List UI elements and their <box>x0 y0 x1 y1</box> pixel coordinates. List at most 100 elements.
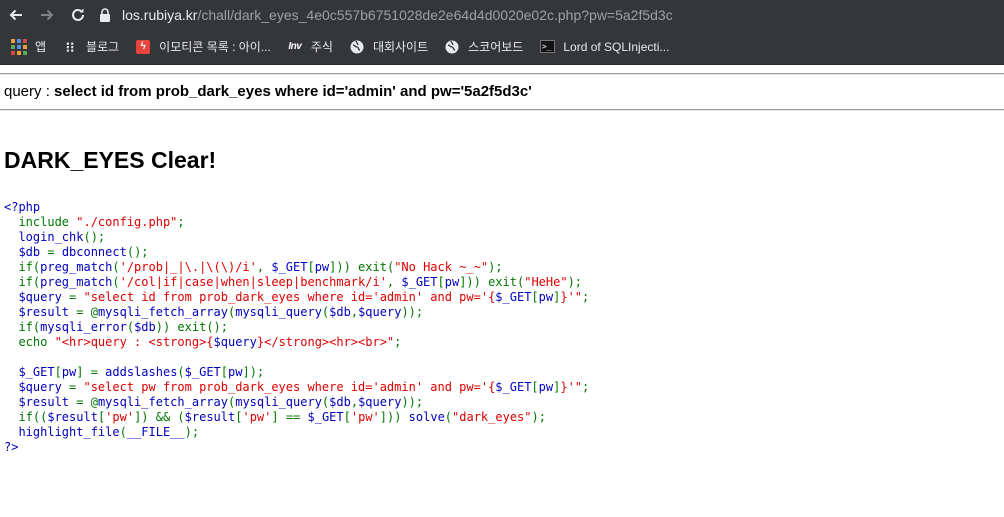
blog-icon: ⁝⁝ <box>65 38 75 55</box>
code-line: $result = @mysqli_fetch_array(mysqli_que… <box>4 395 423 409</box>
code-token: , <box>386 275 402 289</box>
code-token: = <box>69 290 84 304</box>
code-line: ?> <box>4 440 18 454</box>
code-line: $_GET[pw] = addslashes($_GET[pw]); <box>4 365 264 379</box>
bookmark-label: Lord of SQLInjecti... <box>563 39 670 54</box>
code-token: ?> <box>4 440 19 454</box>
code-token: dbconnect <box>61 245 127 259</box>
browser-toolbar: los.rubiya.kr/chall/dark_eyes_4e0c557b67… <box>0 0 1004 29</box>
code-token: if( <box>4 320 41 334</box>
code-line: highlight_file(__FILE__); <box>4 425 199 439</box>
code-token: "./config.php" <box>76 215 178 229</box>
bookmark-lord-of-sqli[interactable]: >_ Lord of SQLInjecti... <box>536 33 677 61</box>
code-token: ( <box>112 260 120 274</box>
code-token: $_GET <box>307 410 344 424</box>
lock-icon <box>97 7 113 23</box>
code-token: preg_match <box>40 260 113 274</box>
code-line: <?php <box>4 200 40 214</box>
code-token: login_chk <box>4 230 84 244</box>
code-token: preg_match <box>40 275 113 289</box>
bookmark-label: 블로그 <box>86 40 120 54</box>
code-line: $result = @mysqli_fetch_array(mysqli_que… <box>4 305 423 319</box>
code-token: ); <box>567 275 583 289</box>
code-token: )) exit(); <box>155 320 228 334</box>
arrow-right-icon <box>40 9 53 20</box>
code-token: pw <box>538 380 554 394</box>
code-token: $_GET <box>4 365 55 379</box>
bookmarks-bar: 앱 ⁝⁝ 블로그 ϟ 이모티콘 목록 : 아이... Inv 주식 대회사이트 … <box>0 29 1004 65</box>
code-token: pw <box>314 260 330 274</box>
code-token: = <box>69 380 84 394</box>
clear-title: DARK_EYES Clear! <box>4 147 217 173</box>
code-token: ]); <box>242 365 265 379</box>
code-line: login_chk(); <box>4 230 105 244</box>
bookmark-scoreboard[interactable]: 스코어보드 <box>441 33 531 61</box>
bookmark-label: 이모티콘 목록 : 아이... <box>159 40 271 54</box>
investing-icon: Inv <box>288 41 302 52</box>
code-line: if(preg_match('/col|if|case|when|sleep|b… <box>4 275 582 289</box>
terminal-icon: >_ <box>539 39 555 55</box>
code-line: if(mysqli_error($db)) exit(); <box>4 320 228 334</box>
code-token: ( <box>112 275 120 289</box>
code-token: (); <box>83 230 106 244</box>
code-token: [ <box>54 365 62 379</box>
code-token: [ <box>307 260 315 274</box>
code-token: $db <box>4 245 48 259</box>
code-token: '/col|if|case|when|sleep|benchmark/i' <box>119 275 387 289</box>
bookmark-label: 주식 <box>310 40 333 54</box>
address-bar[interactable]: los.rubiya.kr/chall/dark_eyes_4e0c557b67… <box>97 0 1004 29</box>
code-token: "select id from prob_dark_eyes where id=… <box>83 290 496 304</box>
code-token: if( <box>4 260 41 274</box>
code-token: 'pw' <box>350 410 380 424</box>
code-token: [ <box>531 290 539 304</box>
code-line: echo "<hr>query : <strong>{$query}</stro… <box>4 335 401 349</box>
bookmark-apps[interactable]: 앱 <box>8 33 54 61</box>
code-token: 'pw' <box>105 410 135 424</box>
code-token: [ <box>220 365 229 379</box>
bookmark-emoticon[interactable]: ϟ 이모티콘 목록 : 아이... <box>132 33 279 61</box>
bookmark-label: 스코어보드 <box>468 40 524 54</box>
code-token: include <box>4 215 77 229</box>
code-token: ( <box>126 320 135 334</box>
bookmark-blog[interactable]: ⁝⁝ 블로그 <box>59 33 127 61</box>
code-token: pw <box>61 365 77 379</box>
code-token: $result <box>184 410 236 424</box>
query-label: query : <box>4 83 55 100</box>
code-token: ] == <box>271 410 308 424</box>
code-token: mysqli_error <box>40 320 127 334</box>
query-value: select id from prob_dark_eyes where id='… <box>54 83 532 100</box>
url-host: los.rubiya.kr <box>122 6 198 23</box>
code-token: , <box>350 395 359 409</box>
query-line: query : select id from prob_dark_eyes wh… <box>0 75 1004 109</box>
code-token: ])) <box>379 410 409 424</box>
code-token: "<hr>query : <strong>{ <box>54 335 214 349</box>
code-token: , <box>256 260 272 274</box>
bookmark-stocks[interactable]: Inv 주식 <box>284 33 341 61</box>
code-token: echo <box>4 335 55 349</box>
code-token: __FILE__ <box>126 425 185 439</box>
reload-button[interactable] <box>62 0 93 29</box>
code-token: = @ <box>76 395 98 409</box>
code-token: if(( <box>4 410 48 424</box>
code-token: $query <box>358 305 402 319</box>
code-token: ])) exit( <box>329 260 395 274</box>
bookmark-contest[interactable]: 대회사이트 <box>346 33 436 61</box>
code-token: ); <box>488 260 503 274</box>
url-text[interactable]: los.rubiya.kr/chall/dark_eyes_4e0c557b67… <box>122 7 673 23</box>
code-token: <?php <box>4 200 41 214</box>
code-token: $query <box>4 290 70 304</box>
code-token: "dark_eyes" <box>452 410 532 424</box>
code-token: }'" <box>560 380 583 394</box>
code-token: solve <box>408 410 445 424</box>
code-token: ( <box>444 410 453 424</box>
code-token: $result <box>4 305 77 319</box>
code-token: ]) && ( <box>134 410 185 424</box>
bookmark-label: 앱 <box>35 40 47 54</box>
code-token: ); <box>531 410 546 424</box>
forward-button[interactable] <box>31 0 62 29</box>
code-token: "HeHe" <box>524 275 568 289</box>
code-token: $db <box>329 395 351 409</box>
code-token: = <box>47 245 62 259</box>
back-button[interactable] <box>0 0 31 29</box>
code-token: ; <box>582 290 590 304</box>
